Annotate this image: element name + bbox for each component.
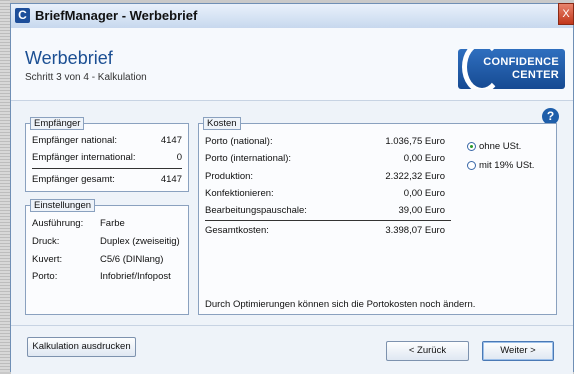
radio-unchecked-icon[interactable] <box>467 161 476 170</box>
settings-group: Einstellungen Ausführung: Farbe Druck: D… <box>25 199 189 315</box>
row-label: Konfektionieren: <box>205 188 274 199</box>
close-button[interactable]: X <box>558 3 574 25</box>
settings-group-label: Einstellungen <box>30 199 96 212</box>
tax-option-mit-ust[interactable]: mit 19% USt. <box>467 160 534 172</box>
app-icon: C <box>15 8 30 23</box>
row-value: 2.322,32 Euro <box>385 171 445 182</box>
costs-group-label: Kosten <box>203 117 241 130</box>
row-label: Bearbeitungspauschale: <box>205 205 307 216</box>
logo-text-line2: CENTER <box>511 69 559 81</box>
cost-row-total: Gesamtkosten: 3.398,07 Euro <box>205 225 550 237</box>
radio-label: ohne USt. <box>479 141 522 152</box>
cost-row-produktion: Produktion: 2.322,32 Euro <box>205 171 550 183</box>
row-label: Gesamtkosten: <box>205 225 269 236</box>
logo-c-icon <box>462 49 502 89</box>
step-indicator: Schritt 3 von 4 - Kalkulation <box>25 72 147 83</box>
row-label: Empfänger national: <box>32 135 118 146</box>
radio-label: mit 19% USt. <box>479 160 535 171</box>
recipients-group: Empfänger Empfänger national: 4147 Empfä… <box>25 117 189 192</box>
radio-checked-icon[interactable] <box>467 142 476 151</box>
wizard-window: C BriefManager - Werbebrief X Werbebrief… <box>10 3 574 374</box>
row-label: Porto: <box>32 271 58 282</box>
row-label: Porto (national): <box>205 136 273 147</box>
background-window-edge <box>0 0 10 372</box>
row-label: Ausführung: <box>32 218 84 229</box>
row-label: Kuvert: <box>32 254 63 265</box>
row-value: 0,00 Euro <box>403 153 445 164</box>
row-value: 4147 <box>160 135 182 146</box>
confidence-center-logo: CONFIDENCE CENTER <box>458 49 565 89</box>
row-value: C5/6 (DINlang) <box>100 254 164 265</box>
page-title: Werbebrief <box>25 48 113 68</box>
row-label: Empfänger gesamt: <box>32 174 115 185</box>
row-value: Farbe <box>100 218 125 229</box>
window-title: BriefManager - Werbebrief <box>35 8 198 23</box>
row-label: Produktion: <box>205 171 254 182</box>
row-value: Duplex (zweiseitig) <box>100 236 180 247</box>
row-value: 1.036,75 Euro <box>385 136 445 147</box>
print-calculation-button[interactable]: Kalkulation ausdrucken <box>27 337 136 357</box>
logo-text-line1: CONFIDENCE <box>483 56 559 68</box>
settings-row-druck: Druck: Duplex (zweiseitig) <box>32 236 182 248</box>
tax-option-ohne-ust[interactable]: ohne USt. <box>467 141 521 153</box>
row-value: 0,00 Euro <box>403 188 445 199</box>
row-value: 4147 <box>160 174 182 185</box>
recipients-divider <box>32 168 182 169</box>
back-button[interactable]: < Zurück <box>386 341 469 361</box>
row-label: Druck: <box>32 236 60 247</box>
row-label: Porto (international): <box>205 153 292 164</box>
settings-row-ausfuehrung: Ausführung: Farbe <box>32 218 182 230</box>
next-button[interactable]: Weiter > <box>482 341 554 361</box>
row-label: Empfänger international: <box>32 152 136 163</box>
recipients-row-total: Empfänger gesamt: 4147 <box>32 174 182 186</box>
costs-divider <box>205 220 451 221</box>
row-value: 39,00 Euro <box>398 205 445 216</box>
cost-row-konfektionieren: Konfektionieren: 0,00 Euro <box>205 188 550 200</box>
settings-row-kuvert: Kuvert: C5/6 (DINlang) <box>32 254 182 266</box>
title-bar[interactable]: C BriefManager - Werbebrief X <box>11 3 574 29</box>
wizard-header: Werbebrief Schritt 3 von 4 - Kalkulation… <box>11 28 573 101</box>
cost-row-bearbeitungspauschale: Bearbeitungspauschale: 39,00 Euro <box>205 205 550 217</box>
row-value: 3.398,07 Euro <box>385 225 445 236</box>
row-value: Infobrief/Infopost <box>100 271 171 282</box>
row-value: 0 <box>176 152 182 163</box>
costs-group: Kosten Porto (national): 1.036,75 Euro P… <box>198 117 557 315</box>
settings-row-porto: Porto: Infobrief/Infopost <box>32 271 182 283</box>
recipients-row-national: Empfänger national: 4147 <box>32 135 182 147</box>
portokosten-note: Durch Optimierungen können sich die Port… <box>205 299 476 310</box>
recipients-row-international: Empfänger international: 0 <box>32 152 182 164</box>
wizard-footer: Kalkulation ausdrucken < Zurück Weiter > <box>11 325 573 374</box>
recipients-group-label: Empfänger <box>30 117 85 130</box>
